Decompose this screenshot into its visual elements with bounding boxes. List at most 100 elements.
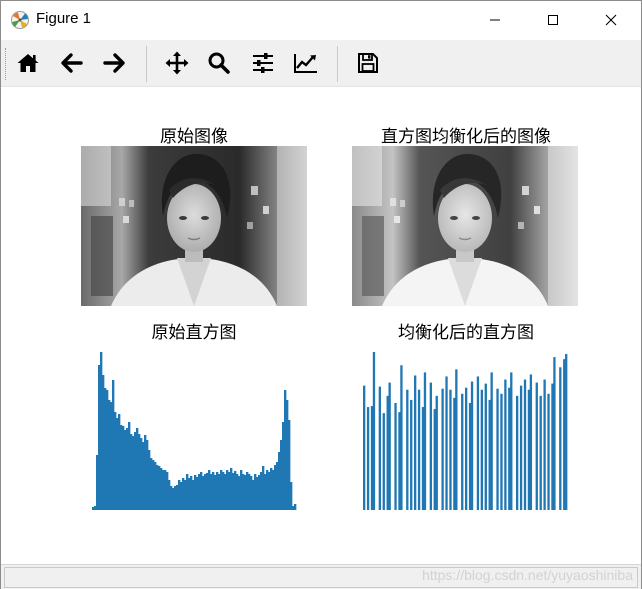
minimize-icon [490,19,500,21]
histogram-bar [366,407,370,510]
histogram-bar [138,434,141,510]
histogram-bar [260,472,263,510]
histogram-bar [449,389,452,510]
histogram-bar [490,372,493,510]
histogram-bar [280,440,283,510]
histogram-bar [234,471,237,510]
histogram-bar [176,485,179,510]
histogram-bar [516,395,519,510]
histogram-bar [158,466,161,510]
histogram-bar [112,380,115,510]
pan-button[interactable] [160,47,194,79]
histogram-bar [200,472,203,510]
histogram-bar [204,474,207,510]
minimize-button[interactable] [466,1,524,39]
histogram-bar [178,480,181,510]
back-arrow-icon [61,53,83,73]
histogram-bar [180,482,183,510]
histogram-bar [220,470,223,510]
save-icon [358,53,378,73]
histogram-bar [110,402,113,510]
subplot-title-original-image: 原始图像 [160,127,228,147]
zoom-icon [208,52,230,74]
histogram-bar [106,390,109,510]
equalized-histogram-chart [363,352,568,510]
histogram-bar [150,458,153,510]
zoom-button[interactable] [202,47,236,79]
status-bar: https://blog.csdn.net/yuyaoshiniba [1,564,641,589]
histogram-bar [429,382,432,510]
histogram-bar [114,412,117,510]
subplot-title-equalized-image: 直方图均衡化后的图像 [381,127,551,147]
histogram-bar [182,478,185,510]
histogram-bar [196,477,199,510]
histogram-bar [480,389,483,510]
close-button[interactable] [582,1,640,39]
histogram-bar [162,470,165,510]
forward-button[interactable] [97,47,131,79]
edit-curves-button[interactable] [289,47,323,79]
histogram-bar [238,476,241,510]
histogram-bar [274,465,277,510]
histogram-bar [465,387,468,510]
histogram-bar [286,400,289,510]
histogram-bar [102,375,105,510]
histogram-bar [92,507,95,510]
histogram-bar [120,425,123,510]
histogram-bar [188,478,191,510]
histogram-bar [262,466,265,510]
maximize-button[interactable] [524,1,582,39]
histogram-bar [500,393,503,510]
histogram-bar [441,388,444,510]
histogram-bar [104,388,107,510]
histogram-bar [470,381,474,510]
title-bar[interactable]: Figure 1 [1,1,641,39]
histogram-bar [172,488,175,510]
histogram-bar [510,372,513,510]
home-button[interactable] [11,47,45,79]
back-button[interactable] [55,47,89,79]
histogram-bar [184,480,187,510]
histogram-bar [142,442,145,510]
histogram-bar [529,374,533,510]
histogram-bar [190,476,193,510]
histogram-bar [406,389,409,510]
histogram-bar [224,474,227,510]
subplot-title-equalized-histogram: 均衡化后的直方图 [398,323,534,343]
histogram-bar [410,399,413,510]
histogram-bar [559,367,562,510]
toolbar-grip[interactable] [5,48,8,80]
original-histogram-chart [92,352,297,510]
figure-canvas[interactable]: 原始图像 直方图均衡化后的图像 原始直方图 均衡化后的直方图 [1,87,641,563]
histogram-bar [122,426,125,510]
save-button[interactable] [351,47,385,79]
histogram-bar [248,474,251,510]
histogram-bar [212,472,215,510]
histogram-bar [132,436,135,510]
histogram-bar [202,476,205,510]
histogram-bar [523,379,527,510]
histogram-bar [363,385,366,510]
original-image [81,146,307,306]
histogram-bar [206,473,209,510]
histogram-bar [252,480,255,510]
subplots-button[interactable] [246,47,280,79]
histogram-bar [244,475,247,510]
close-icon [605,14,617,26]
histogram-bar [272,470,275,510]
histogram-bar [414,375,417,510]
equalized-image [352,146,578,306]
maximize-icon [548,15,558,25]
histogram-bar [146,440,149,510]
histogram-bar [166,472,169,510]
histogram-bar [156,465,159,510]
histogram-bar [276,462,279,510]
histogram-bar [160,468,163,510]
histogram-bar [230,468,233,510]
histogram-bar [194,475,197,510]
histogram-bar [116,418,119,510]
histogram-bar [270,468,273,510]
histogram-bar [266,470,269,510]
histogram-bar [417,389,421,510]
histogram-bar [94,506,97,510]
